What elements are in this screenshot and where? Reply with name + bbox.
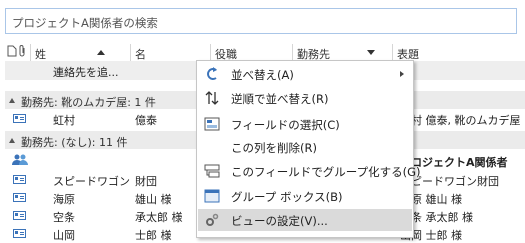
cell-last-name: スピードワゴン: [53, 175, 130, 188]
group-by-field-icon: [204, 163, 220, 179]
submenu-arrow-icon: [400, 71, 404, 77]
cell-last-name: 空条: [53, 211, 75, 224]
group-label: 勤務先: 靴のムカデ屋: 1 件: [21, 96, 156, 109]
reverse-sort-icon: [204, 90, 220, 106]
cell-file-as: 虹村 億泰, 靴のムカデ屋: [400, 114, 521, 127]
menu-item-label: このフィールドでグループ化する(G): [231, 165, 421, 179]
cell-first-name: 承太郎 様: [135, 211, 183, 224]
column-context-menu: 並べ替え(A) 逆順で並べ替え(R) フィールドの選択(C) この列を削除(R)…: [196, 60, 420, 238]
menu-item-label: この列を削除(R): [231, 141, 317, 155]
menu-item-group-by-field[interactable]: このフィールドでグループ化する(G): [198, 160, 420, 182]
contact-card-icon: [13, 211, 26, 220]
collapse-icon[interactable]: [9, 138, 15, 143]
contact-group-icon: [12, 154, 28, 169]
contact-card-icon: [13, 193, 26, 202]
search-input[interactable]: プロジェクトA関係者の検索: [5, 8, 517, 34]
view-settings-icon: [204, 212, 220, 228]
menu-item-group-box[interactable]: グループ ボックス(B): [198, 185, 412, 207]
menu-item-label: ビューの設定(V)...: [231, 214, 328, 228]
group-by-indicator-icon: [367, 50, 375, 55]
menu-item-label: 逆順で並べ替え(R): [231, 92, 329, 106]
attachment-icon[interactable]: [19, 45, 27, 60]
item-type-icon[interactable]: [7, 45, 17, 60]
field-chooser-icon: [204, 116, 220, 132]
contact-card-icon: [13, 114, 26, 123]
contact-card-icon: [13, 175, 26, 184]
collapse-icon[interactable]: [9, 98, 15, 103]
cell-first-name: 億泰: [135, 114, 157, 127]
menu-item-reverse-sort[interactable]: 逆順で並べ替え(R): [198, 87, 412, 109]
group-label: 勤務先: (なし): 11 件: [21, 136, 128, 149]
contact-card-icon: [13, 229, 26, 238]
add-contact-label: 連絡先を追...: [53, 66, 119, 79]
column-last-name[interactable]: 姓: [35, 46, 46, 62]
search-placeholder: プロジェクトA関係者の検索: [12, 16, 158, 30]
cell-last-name: 海原: [53, 193, 75, 206]
menu-item-label: 並べ替え(A): [231, 68, 294, 82]
menu-item-view-settings[interactable]: ビューの設定(V)...: [198, 209, 412, 231]
menu-item-field-chooser[interactable]: フィールドの選択(C): [198, 113, 412, 135]
cell-first-name: 雄山 様: [135, 193, 172, 206]
sort-icon: [204, 66, 220, 82]
menu-item-remove-column[interactable]: この列を削除(R): [198, 136, 412, 158]
cell-last-name: 虹村: [53, 114, 75, 127]
menu-item-label: フィールドの選択(C): [231, 118, 340, 132]
menu-item-sort[interactable]: 並べ替え(A): [198, 63, 412, 85]
column-first-name[interactable]: 名: [135, 46, 146, 62]
cell-first-name: 財団: [135, 175, 157, 188]
sort-ascending-icon: [97, 50, 105, 55]
menu-item-label: グループ ボックス(B): [231, 190, 343, 204]
group-box-icon: [204, 188, 220, 204]
